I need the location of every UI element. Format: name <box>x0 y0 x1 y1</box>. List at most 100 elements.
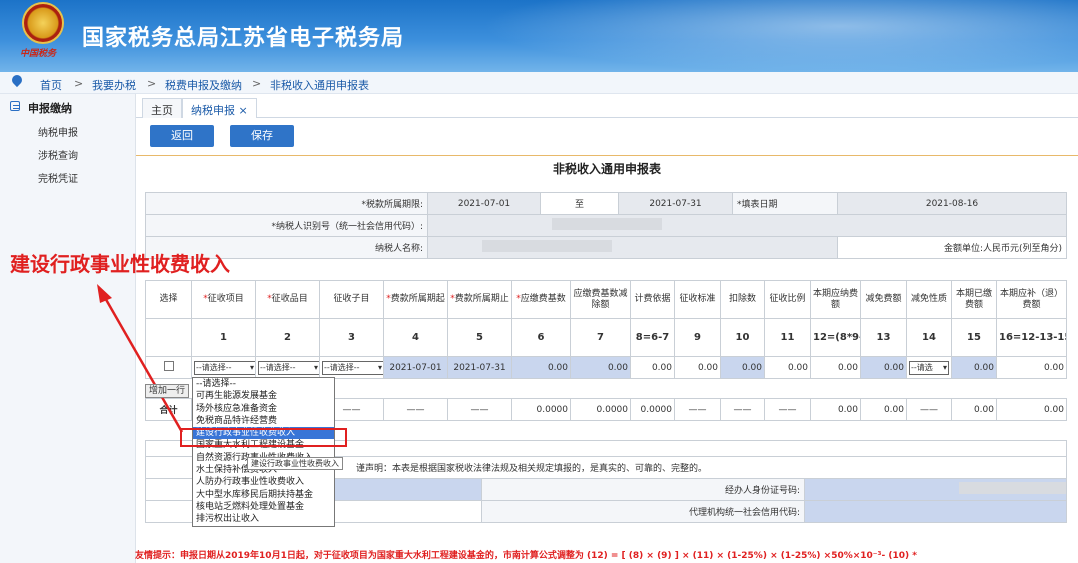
save-button[interactable]: 保存 <box>230 125 294 147</box>
column-number: 11 <box>764 318 811 357</box>
column-header: 本期应纳费额 <box>810 280 861 319</box>
column-header: *费款所属期起 <box>383 280 448 319</box>
column-number: 7 <box>570 318 631 357</box>
form-info-table: *税款所属期限: 2021-07-01 至 2021-07-31 *填表日期 2… <box>145 192 1067 259</box>
table-column-number-row: 12345678=6-79101112=(8*9-10)*1113141516=… <box>145 318 1067 357</box>
tax-emblem-icon <box>22 2 64 44</box>
agency-code-field[interactable] <box>804 500 1067 523</box>
levy-item-dropdown-list[interactable]: --请选择-- 可再生能源发展基金 场外核应急准备资金 免税商品特许经营费 建设行政事业… <box>192 377 335 527</box>
fill-date-field[interactable]: 2021-08-16 <box>837 192 1067 215</box>
taxpayer-id-field[interactable] <box>427 214 1067 237</box>
table-header-row: 选择 *征收项目 *征收品目 征收子目 *费款所属期起 *费款所属期止 *应缴费基数 应缴费基… <box>145 280 1067 319</box>
period-end-field[interactable]: 2021-07-31 <box>618 192 733 215</box>
total-base-amount: 0.0000 <box>511 398 571 421</box>
column-header: *费款所属期止 <box>447 280 512 319</box>
total-paid: 0.00 <box>951 398 997 421</box>
column-header: 征收比例 <box>764 280 811 319</box>
period-label: *税款所属期限: <box>145 192 428 215</box>
option-tooltip: 建设行政事业性收费收入 <box>247 457 343 470</box>
dropdown-option[interactable]: 核电站乏燃料处理处置基金 <box>193 501 334 513</box>
payable-amount-value: 0.00 <box>810 356 861 379</box>
sidebar-item-tax-receipt[interactable]: 完税凭证 <box>38 170 78 185</box>
breadcrumb-current: 非税收入通用申报表 <box>270 79 369 92</box>
tab-tax-declare[interactable]: 纳税申报 × <box>182 98 257 118</box>
column-number: 6 <box>511 318 571 357</box>
column-number: 2 <box>255 318 320 357</box>
base-amount-input[interactable]: 0.00 <box>511 356 571 379</box>
column-number: 13 <box>860 318 907 357</box>
taxpayer-name-field[interactable] <box>427 236 838 259</box>
column-number: 9 <box>674 318 721 357</box>
location-pin-icon <box>9 72 25 88</box>
header-banner: 中国税务 国家税务总局江苏省电子税务局 <box>0 0 1078 72</box>
column-header: 本期应补（退）费额 <box>996 280 1067 319</box>
reduction-amount-input[interactable]: 0.00 <box>860 356 907 379</box>
column-number: 3 <box>319 318 384 357</box>
row-select-checkbox[interactable] <box>145 356 192 379</box>
dropdown-option[interactable]: 场外核应急准备资金 <box>193 403 334 415</box>
column-number: 14 <box>906 318 952 357</box>
fee-basis-value: 0.00 <box>630 356 675 379</box>
period-to-label: 至 <box>540 192 619 215</box>
toolbar: 返回 保存 <box>136 118 1078 156</box>
column-number: 4 <box>383 318 448 357</box>
column-header: 选择 <box>145 280 192 319</box>
tab-bar: 主页 纳税申报 × <box>136 94 1078 118</box>
breadcrumb-tax-handling[interactable]: 我要办税 <box>92 77 136 93</box>
refund-amount-value: 0.00 <box>996 356 1067 379</box>
breadcrumb-declare-pay[interactable]: 税费申报及缴纳 <box>165 77 242 93</box>
sidebar-item-tax-query[interactable]: 涉税查询 <box>38 147 78 162</box>
levy-category-select[interactable]: --请选择-- <box>255 356 320 379</box>
column-number: 8=6-7 <box>630 318 675 357</box>
column-header: 征收标准 <box>674 280 721 319</box>
levy-item-select[interactable]: --请选择-- <box>191 356 256 379</box>
menu-list-icon <box>10 101 20 111</box>
column-number: 1 <box>191 318 256 357</box>
add-row-button[interactable]: 增加一行 <box>145 384 190 398</box>
total-label: 合计 <box>145 398 192 421</box>
column-header: 减免性质 <box>906 280 952 319</box>
fee-period-start[interactable]: 2021-07-01 <box>383 356 448 379</box>
annotation-label: 建设行政事业性收费收入 <box>10 252 230 276</box>
deduction-input[interactable]: 0.00 <box>720 356 765 379</box>
column-number: 5 <box>447 318 512 357</box>
column-header: 扣除数 <box>720 280 765 319</box>
column-header: 应缴费基数减除额 <box>570 280 631 319</box>
total-base-deduction: 0.0000 <box>570 398 631 421</box>
dropdown-option[interactable]: 免税商品特许经营费 <box>193 415 334 427</box>
base-deduction-input[interactable]: 0.00 <box>570 356 631 379</box>
paid-amount-input[interactable]: 0.00 <box>951 356 997 379</box>
breadcrumb-home[interactable]: 首页 <box>40 77 62 93</box>
breadcrumb: 首页 > 我要办税 > 税费申报及缴纳 > 非税收入通用申报表 <box>0 72 1078 94</box>
amount-unit-note: 金额单位:人民币元(列至角分) <box>837 236 1067 259</box>
column-number: 10 <box>720 318 765 357</box>
emblem-caption: 中国税务 <box>20 49 57 59</box>
levy-subitem-select[interactable]: --请选择-- <box>319 356 384 379</box>
reduction-nature-select[interactable]: --请选 <box>906 356 952 379</box>
dropdown-option[interactable]: --请选择-- <box>193 378 334 390</box>
form-title: 非税收入通用申报表 <box>552 162 661 176</box>
levy-ratio-value: 0.00 <box>764 356 811 379</box>
agent-id-label: 经办人身份证号码: <box>481 478 805 501</box>
sidebar-item-tax-declare[interactable]: 纳税申报 <box>38 124 78 139</box>
dropdown-option[interactable]: 可再生能源发展基金 <box>193 390 334 402</box>
back-button[interactable]: 返回 <box>150 125 214 147</box>
highlight-box <box>180 428 347 447</box>
agency-code-label: 代理机构统一社会信用代码: <box>481 500 805 523</box>
fill-date-label: *填表日期 <box>732 192 838 215</box>
period-start-field[interactable]: 2021-07-01 <box>427 192 541 215</box>
sidebar-heading[interactable]: 申报缴纳 <box>28 100 72 116</box>
dropdown-option[interactable]: 大中型水库移民后期扶持基金 <box>193 489 334 501</box>
total-refund: 0.00 <box>996 398 1067 421</box>
column-header: *征收项目 <box>191 280 256 319</box>
total-reduction: 0.00 <box>860 398 907 421</box>
fee-period-end[interactable]: 2021-07-31 <box>447 356 512 379</box>
tab-home[interactable]: 主页 <box>142 98 182 118</box>
dropdown-option[interactable]: 人防办行政事业性收费收入 <box>193 476 334 488</box>
column-number <box>145 318 192 357</box>
agent-id-field[interactable] <box>804 478 1067 501</box>
dropdown-option[interactable]: 排污权出让收入 <box>193 513 334 525</box>
column-header: *征收品目 <box>255 280 320 319</box>
banner-sky-decoration <box>420 0 1078 72</box>
column-header: 本期已缴费额 <box>951 280 997 319</box>
